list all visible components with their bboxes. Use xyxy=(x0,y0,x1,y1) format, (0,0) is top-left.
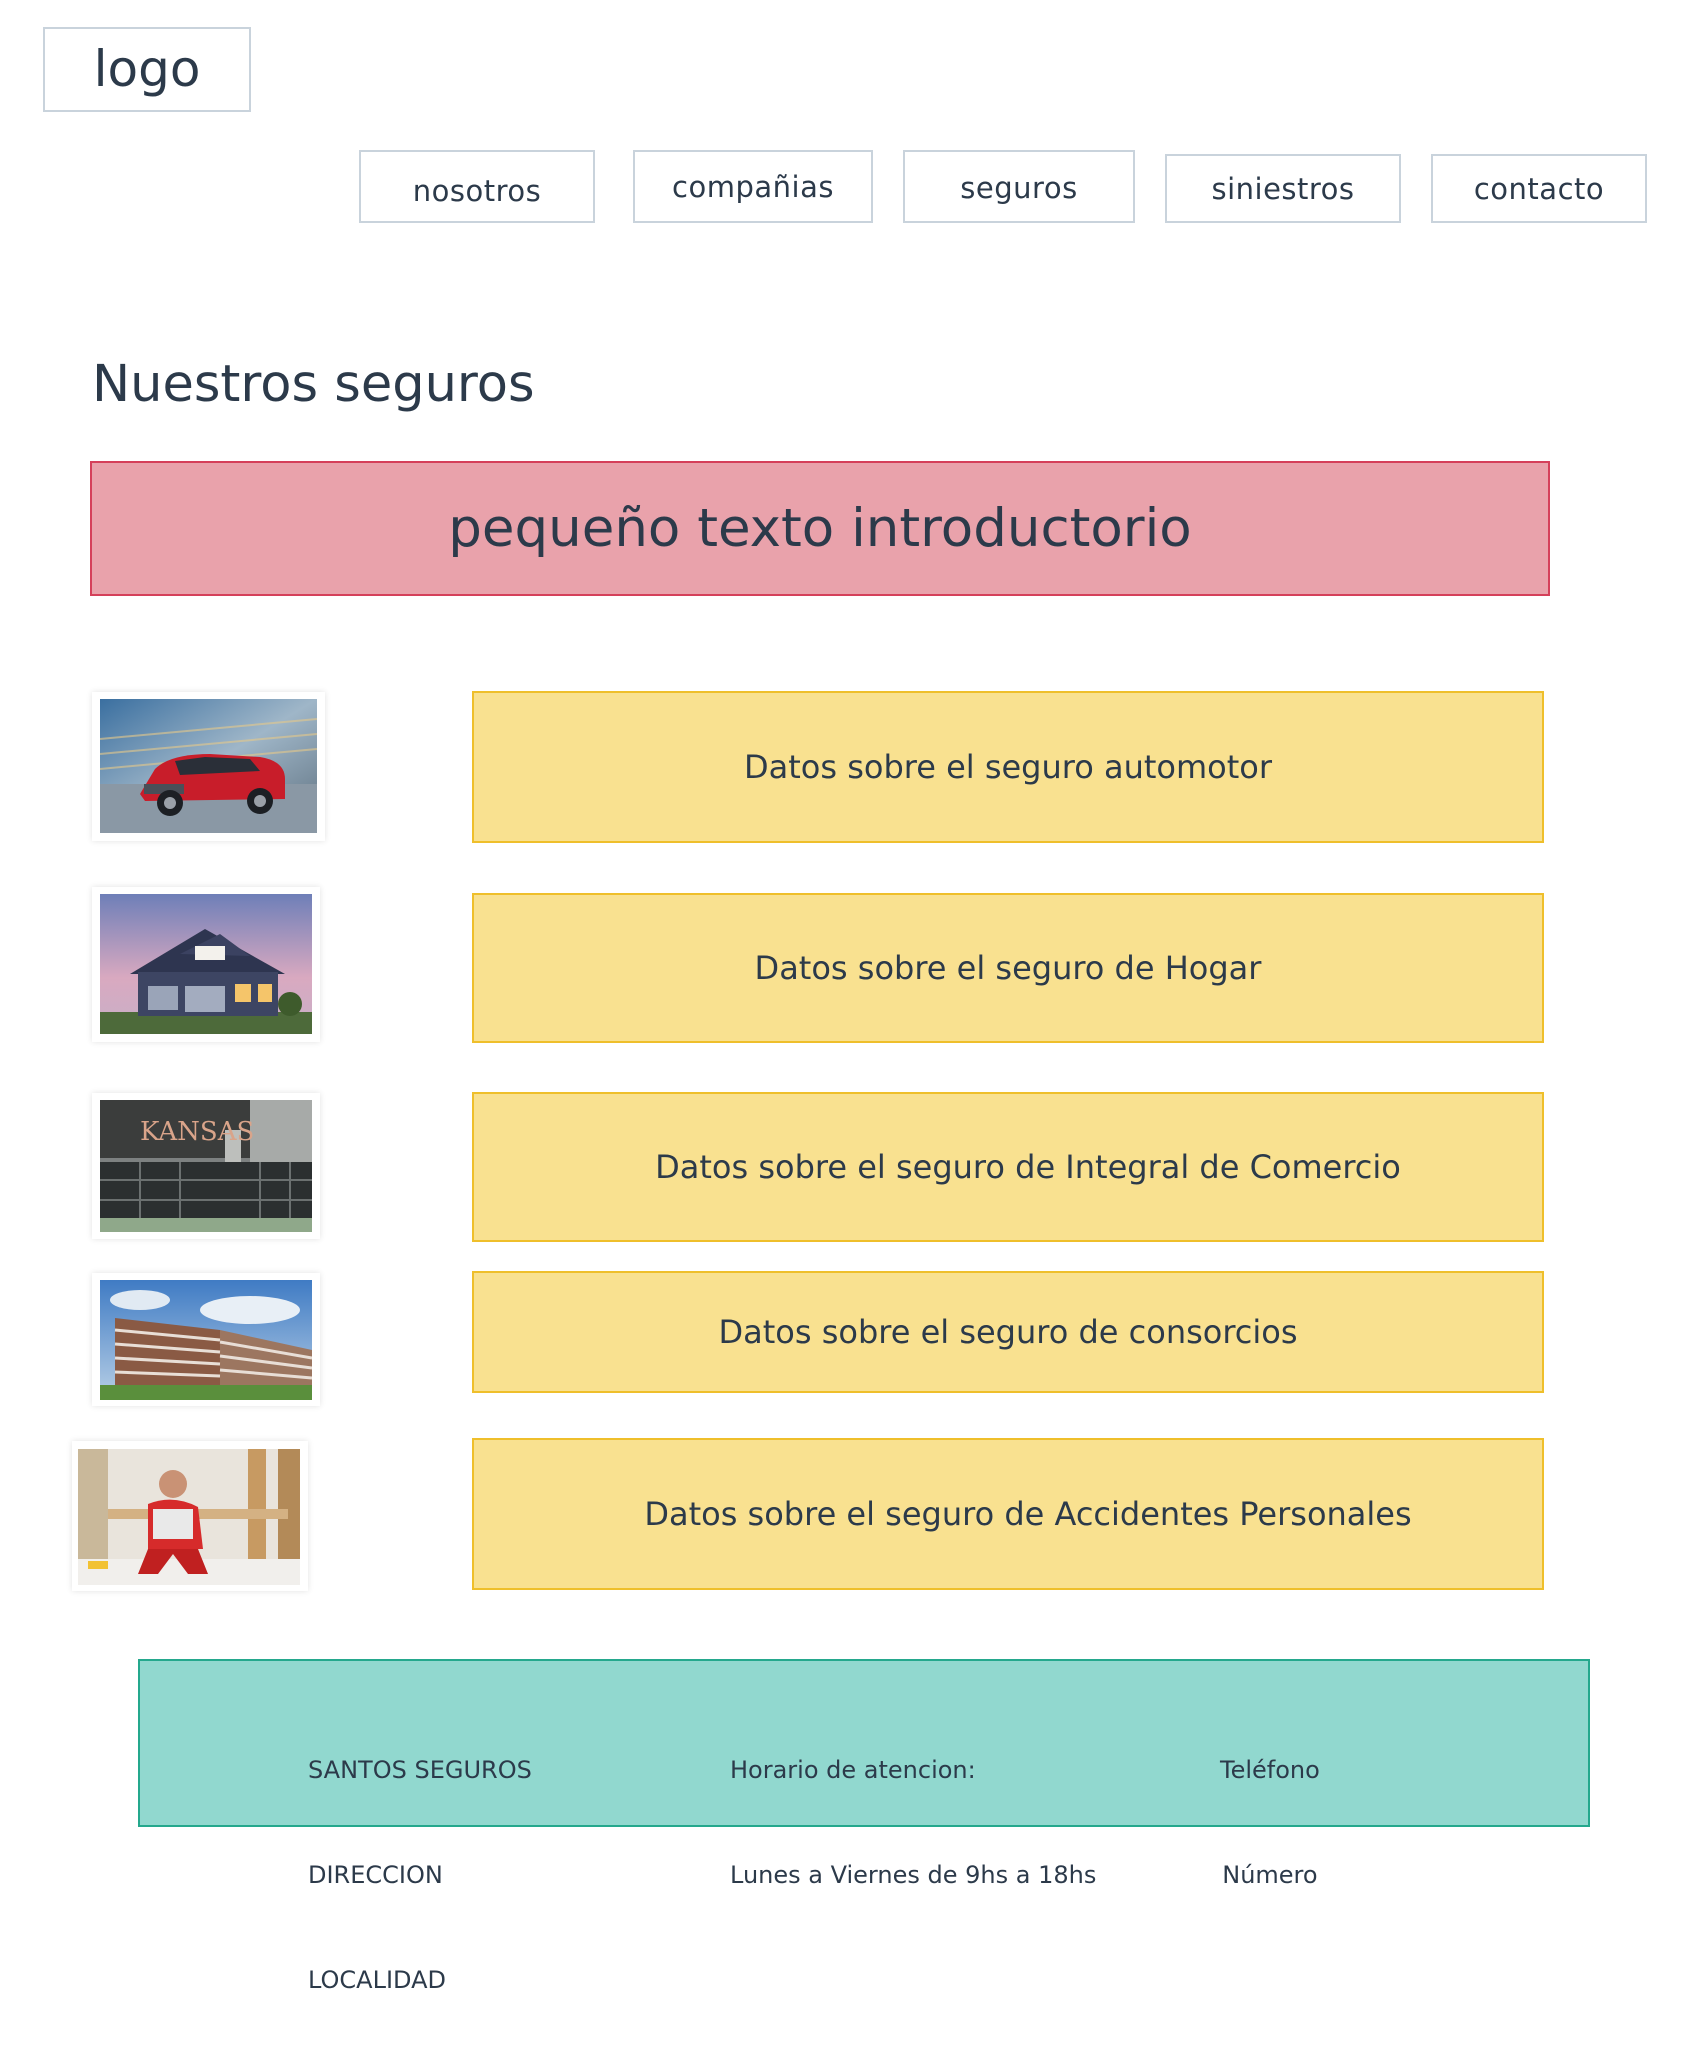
footer-hours: Horario de atencion: Lunes a Viernes de … xyxy=(730,1683,1096,1963)
accident-insurance-image xyxy=(72,1441,308,1591)
footer: SANTOS SEGUROS DIRECCION LOCALIDAD Horar… xyxy=(138,1659,1590,1994)
nav-item-contacto[interactable]: contacto xyxy=(1431,154,1647,223)
apartment-building-photo-icon xyxy=(100,1280,312,1400)
consortium-insurance-image xyxy=(92,1273,320,1406)
injured-worker-photo-icon xyxy=(78,1449,300,1585)
accident-insurance-card[interactable]: Datos sobre el seguro de Accidentes Pers… xyxy=(472,1438,1544,1590)
commerce-insurance-image: KANSAS xyxy=(92,1093,320,1239)
logo[interactable]: logo xyxy=(43,27,251,112)
storefront-photo-icon: KANSAS xyxy=(100,1100,312,1232)
car-insurance-label: Datos sobre el seguro automotor xyxy=(743,748,1273,786)
home-insurance-label: Datos sobre el seguro de Hogar xyxy=(754,949,1262,987)
commerce-insurance-card[interactable]: Datos sobre el seguro de Integral de Com… xyxy=(472,1092,1544,1242)
nav-item-companias[interactable]: compañias xyxy=(633,150,873,223)
footer-phone-title: Teléfono xyxy=(1220,1756,1320,1784)
intro-banner: pequeño texto introductorio xyxy=(90,461,1550,596)
footer-address: DIRECCION xyxy=(308,1861,443,1889)
footer-hours-value: Lunes a Viernes de 9hs a 18hs xyxy=(730,1861,1097,1889)
storefront-sign: KANSAS xyxy=(140,1117,254,1147)
car-insurance-card[interactable]: Datos sobre el seguro automotor xyxy=(472,691,1544,843)
commerce-insurance-label: Datos sobre el seguro de Integral de Com… xyxy=(655,1148,1401,1186)
footer-hours-title: Horario de atencion: xyxy=(730,1756,976,1784)
accident-insurance-label: Datos sobre el seguro de Accidentes Pers… xyxy=(644,1495,1412,1533)
nav-item-nosotros[interactable]: nosotros xyxy=(359,150,595,223)
home-insurance-image xyxy=(92,887,320,1042)
house-photo-icon xyxy=(100,894,312,1034)
car-insurance-image xyxy=(92,692,325,841)
home-insurance-card[interactable]: Datos sobre el seguro de Hogar xyxy=(472,893,1544,1043)
footer-locality: LOCALIDAD xyxy=(308,1966,446,1994)
footer-phone-number[interactable]: Número xyxy=(1220,1858,1320,1893)
footer-company-name: SANTOS SEGUROS xyxy=(308,1756,532,1784)
footer-company: SANTOS SEGUROS DIRECCION LOCALIDAD xyxy=(308,1683,532,2068)
footer-phone: Teléfono Número xyxy=(1220,1683,1320,1963)
page-title: Nuestros seguros xyxy=(92,355,535,414)
consortium-insurance-card[interactable]: Datos sobre el seguro de consorcios xyxy=(472,1271,1544,1393)
nav-item-seguros[interactable]: seguros xyxy=(903,150,1135,223)
red-suv-photo-icon xyxy=(100,699,317,833)
nav-item-siniestros[interactable]: siniestros xyxy=(1165,154,1401,223)
consortium-insurance-label: Datos sobre el seguro de consorcios xyxy=(718,1313,1298,1351)
